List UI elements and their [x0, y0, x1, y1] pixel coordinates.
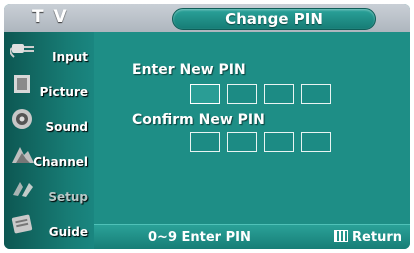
page-title: Change PIN [225, 10, 323, 28]
page-title-pill: Change PIN [172, 8, 376, 30]
enter-pin-label: Enter New PIN [132, 62, 246, 78]
tv-label: T V [32, 7, 69, 27]
sidebar-item-label: Guide [48, 225, 88, 239]
sidebar: Input Picture Sound Channel Setup Guide [4, 32, 94, 249]
sidebar-item-setup[interactable]: Setup [4, 174, 94, 208]
picture-icon [10, 73, 36, 95]
return-label: Return [352, 230, 402, 245]
setup-icon [10, 178, 36, 200]
sidebar-item-label: Input [52, 50, 88, 64]
menu-icon [334, 230, 349, 242]
enter-pin-digit-1[interactable] [190, 84, 220, 104]
return-button[interactable]: Return [334, 230, 402, 245]
sidebar-item-sound[interactable]: Sound [4, 104, 94, 138]
sidebar-item-label: Channel [33, 155, 88, 169]
speaker-icon [10, 108, 36, 130]
sidebar-item-channel[interactable]: Channel [4, 139, 94, 173]
top-bar: T V Change PIN [4, 4, 410, 32]
sidebar-item-picture[interactable]: Picture [4, 69, 94, 103]
sidebar-item-label: Picture [39, 85, 88, 99]
confirm-pin-digit-1[interactable] [190, 132, 220, 152]
sidebar-item-label: Setup [48, 190, 88, 204]
confirm-pin-digit-3[interactable] [264, 132, 294, 152]
enter-pin-hint: 0~9 Enter PIN [148, 230, 251, 245]
help-bar: 0~9 Enter PIN Return [94, 224, 410, 249]
enter-pin-digit-4[interactable] [301, 84, 331, 104]
confirm-pin-digit-2[interactable] [227, 132, 257, 152]
confirm-pin-label: Confirm New PIN [132, 112, 265, 128]
input-plug-icon [9, 38, 36, 60]
guide-icon [10, 213, 36, 235]
sidebar-item-guide[interactable]: Guide [4, 209, 94, 243]
confirm-pin-digit-4[interactable] [301, 132, 331, 152]
sidebar-item-input[interactable]: Input [4, 34, 94, 68]
enter-pin-digit-3[interactable] [264, 84, 294, 104]
tv-menu-screen: T V Change PIN Input Picture Sound Chann… [4, 4, 410, 249]
sidebar-item-label: Sound [45, 120, 88, 134]
enter-pin-digit-2[interactable] [227, 84, 257, 104]
change-pin-panel: Enter New PIN Confirm New PIN [94, 32, 410, 222]
